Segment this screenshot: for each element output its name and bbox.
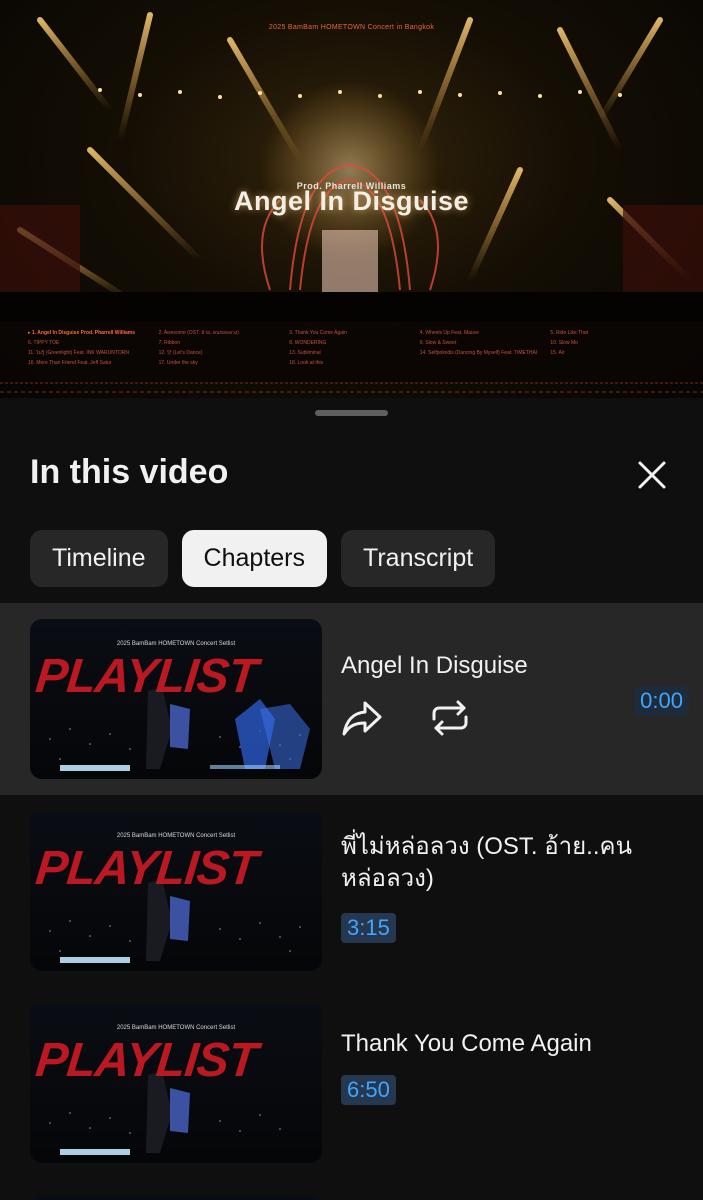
close-button[interactable] (630, 453, 674, 497)
chapter-item[interactable]: 2025 BamBam HOMETOWN Concert Setlist PLA… (0, 987, 703, 1179)
thumbnail-playlist-text: PLAYLIST (33, 842, 260, 895)
chapter-thumbnail: 2025 BamBam HOMETOWN Concert Setlist PLA… (30, 1003, 322, 1163)
setlist-item: 6. TIPPY TOE (28, 340, 60, 346)
chapter-actions (340, 696, 472, 740)
share-button[interactable] (340, 696, 384, 740)
setlist-item: 14. Selfpoloidis (Dancing By Myself) Fea… (419, 350, 538, 356)
chapter-title: Angel In Disguise (341, 652, 528, 679)
thumbnail-caption: 2025 BamBam HOMETOWN Concert Setlist (116, 1025, 236, 1031)
setlist-item: 8. WONDERING (289, 340, 327, 346)
loop-button[interactable] (428, 696, 472, 740)
tab-transcript[interactable]: Transcript (341, 530, 496, 587)
setlist-item: 7. Ribbon (158, 340, 180, 346)
setlist-item: 3. Thank You Come Again (289, 330, 347, 336)
setlist-item: 17. Under the sky (158, 360, 198, 366)
drag-handle[interactable] (315, 410, 388, 416)
tab-chapters[interactable]: Chapters (181, 530, 327, 587)
chapter-thumbnail (30, 1195, 322, 1200)
setlist-item: 16. More Than Friend Feat. Jeff Satur (28, 360, 112, 366)
setlist-item: 11. ไม่รู้ (Greenlight) Feat. INK WARUNT… (28, 350, 129, 356)
chapter-list: 2025 BamBam HOMETOWN Concert Setlist PLA… (0, 603, 703, 1200)
share-icon (342, 701, 382, 736)
setlist-item: 13. Subliminal (289, 350, 321, 356)
video-player[interactable]: 2025 BamBam HOMETOWN Concert in Bangkok … (0, 0, 703, 398)
chapter-thumbnail: 2025 BamBam HOMETOWN Concert Setlist PLA… (30, 811, 322, 971)
video-top-caption: 2025 BamBam HOMETOWN Concert in Bangkok (268, 24, 435, 31)
chapter-title: Thank You Come Again (341, 1030, 592, 1057)
chapter-item[interactable]: 2025 BamBam HOMETOWN Concert Setlist PLA… (0, 795, 703, 987)
video-setlist: ▸ 1. Angel In Disguise Prod. Pharrell Wi… (28, 330, 675, 366)
setlist-item: 10. Slow Mo (550, 340, 578, 346)
thumbnail-caption: 2025 BamBam HOMETOWN Concert Setlist (116, 833, 236, 839)
chapter-timestamp[interactable]: 6:50 (341, 1075, 396, 1105)
thumbnail-playlist-text: PLAYLIST (33, 1034, 260, 1087)
setlist-item: ▸ 1. Angel In Disguise Prod. Pharrell Wi… (28, 330, 136, 336)
chapter-item[interactable]: 2025 BamBam HOMETOWN Concert Setlist PLA… (0, 603, 703, 795)
in-this-video-sheet: In this video Timeline Chapters Transcri… (0, 398, 703, 1200)
setlist-item: 18. Look at this (289, 360, 324, 366)
setlist-item: 5. Ride Like That (550, 330, 589, 336)
tab-timeline[interactable]: Timeline (30, 530, 168, 587)
sheet-tabs: Timeline Chapters Transcript (30, 530, 496, 587)
chapter-item[interactable] (0, 1179, 703, 1200)
setlist-item: 9. Slow & Sweet (419, 340, 457, 346)
thumbnail-playlist-text: PLAYLIST (33, 650, 260, 703)
setlist-item: 15. Air (550, 350, 565, 356)
chapter-thumbnail: 2025 BamBam HOMETOWN Concert Setlist PLA… (30, 619, 322, 779)
chapter-timestamp[interactable]: 0:00 (634, 686, 689, 716)
close-icon (638, 461, 666, 489)
setlist-item: 2. Awesome (OST. อ้าย..คนหล่อลวง) (158, 330, 239, 336)
setlist-item: 12. 앗 (Let's Dance) (158, 350, 203, 356)
chapter-title: พี่ไม่หล่อลวง (OST. อ้าย..คนหล่อลวง) (341, 833, 632, 892)
chapter-timestamp[interactable]: 3:15 (341, 913, 396, 943)
thumbnail-caption: 2025 BamBam HOMETOWN Concert Setlist (116, 641, 236, 647)
video-song-title: Angel In Disguise (233, 186, 470, 216)
sheet-title: In this video (30, 453, 229, 491)
setlist-item: 4. Wheels Up Feat. Mauve (419, 330, 479, 336)
loop-icon (432, 700, 468, 736)
